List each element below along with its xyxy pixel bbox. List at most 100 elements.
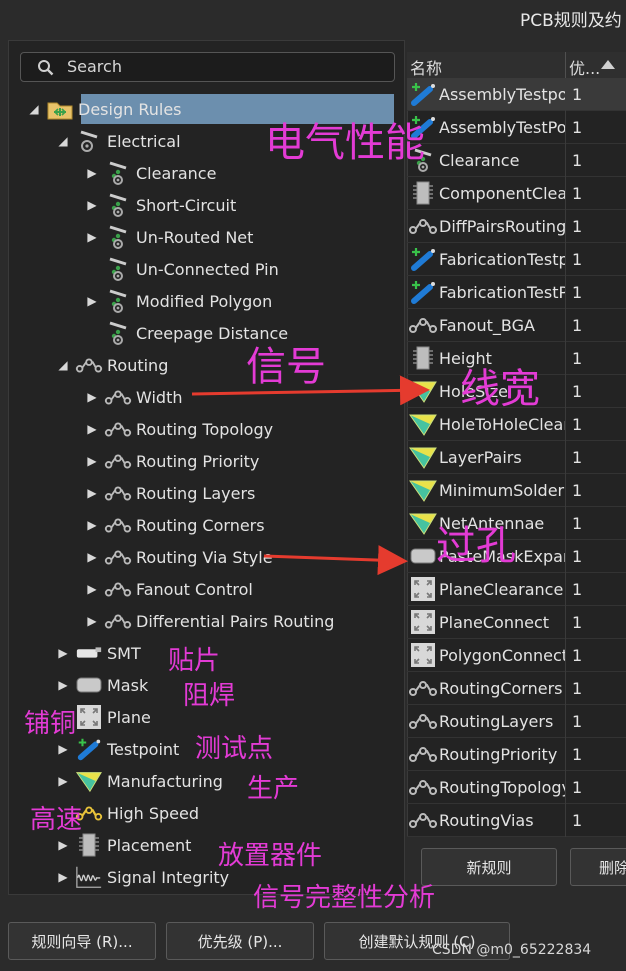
rule-priority-cell: 1 xyxy=(565,77,625,111)
tree-item-clearance[interactable]: ▶ Clearance xyxy=(86,158,216,188)
table-row[interactable]: RoutingTopology 1 xyxy=(407,770,626,804)
expand-arrow-icon[interactable]: ▶ xyxy=(57,766,69,796)
expand-arrow-icon[interactable]: ▶ xyxy=(86,542,98,572)
collapse-arrow-icon[interactable]: ◢ xyxy=(57,350,69,380)
tree-item-smt[interactable]: ▶ SMT xyxy=(57,638,140,668)
tree-item-routing-priority[interactable]: ▶ Routing Priority xyxy=(86,446,259,476)
rule-name-cell: DiffPairsRouting xyxy=(439,216,565,236)
tree-item-routing-layers[interactable]: ▶ Routing Layers xyxy=(86,478,255,508)
routing-icon xyxy=(104,512,132,538)
search-input[interactable]: Search xyxy=(20,52,395,82)
tree-item-label: Clearance xyxy=(136,163,217,183)
expand-arrow-icon[interactable]: ▶ xyxy=(86,478,98,508)
expand-arrow-icon[interactable]: ▶ xyxy=(57,638,69,668)
table-row[interactable]: Fanout_BGA 1 xyxy=(407,308,626,342)
table-row[interactable]: RoutingCorners 1 xyxy=(407,671,626,705)
mask-icon xyxy=(75,672,103,698)
tree-item-un-connected-pin[interactable]: Un-Connected Pin xyxy=(86,254,279,284)
tree-item-routing[interactable]: ◢ Routing xyxy=(57,350,168,380)
table-row[interactable]: PolygonConnect 1 xyxy=(407,638,626,672)
table-row[interactable]: RoutingLayers 1 xyxy=(407,704,626,738)
column-header-priority[interactable]: 优... xyxy=(569,55,600,79)
tree-item-differential-pairs-routing[interactable]: ▶ Differential Pairs Routing xyxy=(86,606,334,636)
watermark: CSDN @m0_65222834 xyxy=(432,942,592,958)
tree-item-signal-integrity[interactable]: ▶ Signal Integrity xyxy=(57,862,229,892)
mask-icon xyxy=(407,540,439,572)
rule-priority-cell: 1 xyxy=(565,209,625,243)
expand-arrow-icon[interactable]: ▶ xyxy=(86,574,98,604)
rule-priority-cell: 1 xyxy=(565,605,625,639)
column-separator[interactable] xyxy=(565,52,566,80)
table-row[interactable]: FabricationTestPoint1 xyxy=(407,275,626,309)
rule-name-cell: FabricationTestpoint xyxy=(439,249,565,269)
table-row[interactable]: MinimumSolderMaskSliver1 xyxy=(407,473,626,507)
table-row[interactable]: AssemblyTestPoint1 xyxy=(407,110,626,144)
tree-item-modified-polygon[interactable]: ▶ Modified Polygon xyxy=(86,286,272,316)
expand-arrow-icon[interactable]: ▶ xyxy=(86,606,98,636)
table-row[interactable]: FabricationTestpoint1 xyxy=(407,242,626,276)
table-row[interactable]: RoutingVias 1 xyxy=(407,803,626,837)
expand-arrow-icon[interactable]: ▶ xyxy=(86,446,98,476)
table-row[interactable]: Clearance 1 xyxy=(407,143,626,177)
tree-item-routing-via-style[interactable]: ▶ Routing Via Style xyxy=(86,542,272,572)
collapse-arrow-icon[interactable]: ◢ xyxy=(28,94,40,124)
expand-arrow-icon[interactable]: ▶ xyxy=(86,190,98,220)
rule-priority-cell: 1 xyxy=(565,671,625,705)
rule-wizard-button[interactable]: 规则向导 (R)... xyxy=(8,922,156,960)
expand-arrow-icon[interactable]: ▶ xyxy=(57,862,69,892)
expand-arrow-icon[interactable]: ▶ xyxy=(86,286,98,316)
collapse-arrow-icon[interactable]: ◢ xyxy=(57,126,69,156)
annotation-mask: 阻焊 xyxy=(183,681,236,711)
testpoint-icon xyxy=(407,243,439,275)
rule-name-cell: RoutingPriority xyxy=(439,744,558,764)
table-row[interactable]: LayerPairs 1 xyxy=(407,440,626,474)
priority-button[interactable]: 优先级 (P)... xyxy=(166,922,314,960)
rule-priority-cell: 1 xyxy=(565,803,625,837)
expand-arrow-icon[interactable]: ▶ xyxy=(86,414,98,444)
tree-item-routing-corners[interactable]: ▶ Routing Corners xyxy=(86,510,264,540)
rule-priority-cell: 1 xyxy=(565,737,625,771)
table-row[interactable]: ComponentClearance1 xyxy=(407,176,626,210)
expand-arrow-icon[interactable]: ▶ xyxy=(86,158,98,188)
rule-name-cell: MinimumSolderMaskSliver xyxy=(439,480,565,500)
table-row[interactable]: AssemblyTestpoint1 xyxy=(407,77,626,111)
table-row[interactable]: PlaneConnect 1 xyxy=(407,605,626,639)
tree-item-short-circuit[interactable]: ▶ Short-Circuit xyxy=(86,190,236,220)
tree-item-routing-topology[interactable]: ▶ Routing Topology xyxy=(86,414,273,444)
expand-arrow-icon[interactable]: ▶ xyxy=(86,382,98,412)
window-title: PCB规则及约 xyxy=(520,11,622,31)
tree-item-label: Width xyxy=(136,387,183,407)
rule-priority-cell: 1 xyxy=(565,440,625,474)
rule-name-cell: PolygonConnect xyxy=(439,645,565,665)
rule-priority-cell: 1 xyxy=(565,638,625,672)
table-row[interactable]: RoutingPriority 1 xyxy=(407,737,626,771)
rule-priority-cell: 1 xyxy=(565,275,625,309)
expand-arrow-icon[interactable]: ▶ xyxy=(86,222,98,252)
tree-item-electrical[interactable]: ◢ Electrical xyxy=(57,126,181,156)
annotation-line-width: 线宽 xyxy=(460,366,540,412)
rule-priority-cell: 1 xyxy=(565,374,625,408)
electrical-rule-icon xyxy=(104,192,132,218)
rule-priority-cell: 1 xyxy=(565,308,625,342)
delete-button[interactable]: 删除 xyxy=(570,848,626,886)
new-rule-button[interactable]: 新规则 xyxy=(421,848,557,886)
expand-arrow-icon[interactable]: ▶ xyxy=(86,510,98,540)
tree-item-manufacturing[interactable]: ▶ Manufacturing xyxy=(57,766,223,796)
tree-item-mask[interactable]: ▶ Mask xyxy=(57,670,148,700)
tree-item-width[interactable]: ▶ Width xyxy=(86,382,182,412)
rule-name-cell: AssemblyTestpoint xyxy=(439,84,565,104)
table-row[interactable]: DiffPairsRouting 1 xyxy=(407,209,626,243)
tree-item-fanout-control[interactable]: ▶ Fanout Control xyxy=(86,574,252,604)
routing-icon xyxy=(407,804,439,836)
rule-priority-cell: 1 xyxy=(565,341,625,375)
tree-item-un-routed-net[interactable]: ▶ Un-Routed Net xyxy=(86,222,253,252)
tree-item-design-rules[interactable]: ◢ Design Rules xyxy=(28,94,182,124)
placement-icon xyxy=(407,177,439,209)
electrical-rule-icon xyxy=(104,160,132,186)
rule-name-cell: RoutingVias xyxy=(439,810,534,830)
expand-arrow-icon[interactable]: ▶ xyxy=(57,670,69,700)
column-header-name[interactable]: 名称 xyxy=(410,55,442,79)
table-row[interactable]: PlaneClearance 1 xyxy=(407,572,626,606)
